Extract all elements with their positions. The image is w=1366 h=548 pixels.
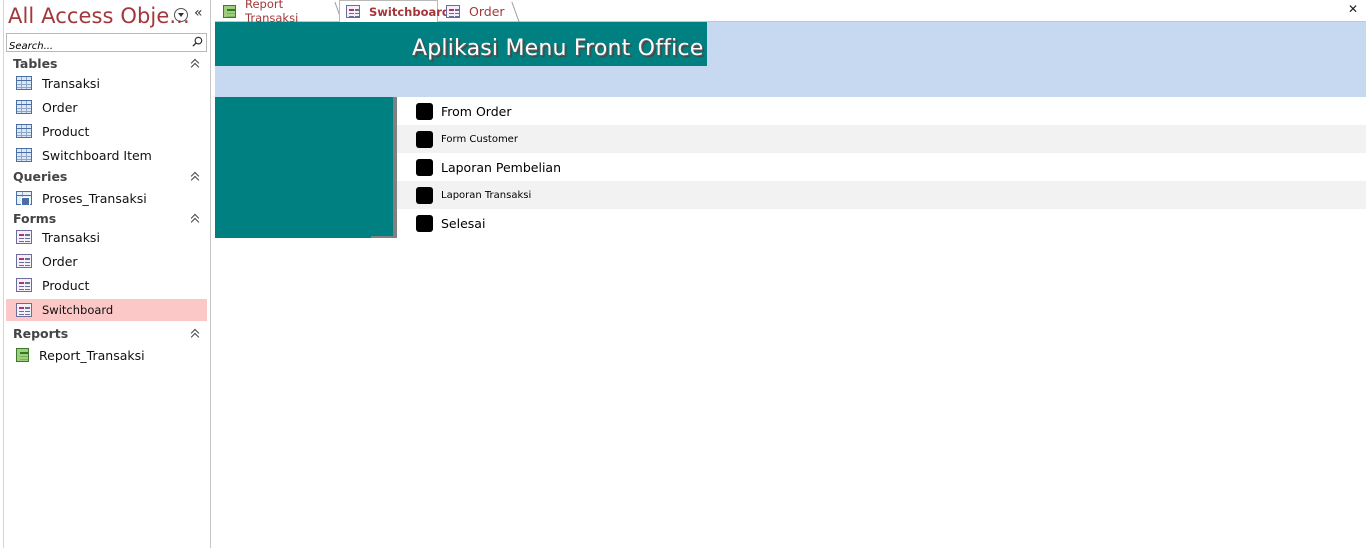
form-icon: [16, 278, 32, 292]
menu-item-label[interactable]: Laporan Pembelian: [441, 160, 561, 175]
switchboard-menu: From Order Form Customer Laporan Pembeli…: [397, 97, 1366, 237]
query-icon: [16, 191, 32, 206]
document-tab-bar: Report Transaksi Switchboard Order ✕: [215, 0, 1366, 25]
collapse-group-icon[interactable]: [191, 58, 201, 68]
table-icon: [16, 148, 32, 162]
menu-item-laporan-pembelian[interactable]: Laporan Pembelian: [397, 153, 1366, 181]
menu-item-button[interactable]: [416, 158, 433, 176]
nav-group-title: Forms: [13, 210, 57, 226]
collapse-group-icon[interactable]: [191, 171, 201, 181]
nav-pane-title[interactable]: All Access Obje...: [8, 4, 190, 28]
tab-report-transaksi[interactable]: Report Transaksi: [217, 0, 337, 25]
nav-item-label: Order: [42, 99, 78, 115]
menu-item-button[interactable]: [416, 102, 433, 120]
nav-item-table-switchboard-item[interactable]: Switchboard Item: [6, 143, 207, 167]
nav-item-label: Product: [42, 123, 90, 139]
nav-item-label: Transaksi: [42, 229, 100, 245]
nav-group-reports: Reports Report_Transaksi: [6, 323, 207, 367]
nav-item-form-order[interactable]: Order: [6, 249, 207, 273]
menu-item-button[interactable]: [416, 186, 433, 204]
table-icon: [16, 100, 32, 114]
nav-group-queries: Queries Proses_Transaksi: [6, 166, 207, 210]
form-icon: [16, 254, 32, 268]
report-icon: [16, 348, 29, 362]
nav-item-query-proses-transaksi[interactable]: Proses_Transaksi: [6, 186, 207, 210]
menu-item-label[interactable]: From Order: [441, 104, 511, 119]
menu-item-label[interactable]: Form Customer: [441, 134, 518, 145]
form-icon: [16, 230, 32, 244]
nav-search-box: [6, 33, 207, 55]
menu-item-label[interactable]: Laporan Transaksi: [441, 190, 531, 201]
nav-group-header-reports[interactable]: Reports: [6, 323, 207, 343]
nav-group-tables: Tables Transaksi Order Product Switchboa…: [6, 53, 207, 167]
nav-group-header-tables[interactable]: Tables: [6, 53, 207, 73]
table-icon: [16, 124, 32, 138]
nav-item-form-product[interactable]: Product: [6, 273, 207, 297]
menu-item-form-customer[interactable]: Form Customer: [397, 125, 1366, 153]
table-icon: [16, 76, 32, 90]
menu-item-laporan-transaksi[interactable]: Laporan Transaksi: [397, 181, 1366, 209]
nav-menu-dropdown-icon[interactable]: [174, 8, 188, 22]
nav-item-label: Transaksi: [42, 75, 100, 91]
nav-item-table-product[interactable]: Product: [6, 119, 207, 143]
nav-item-label: Switchboard Item: [42, 147, 152, 163]
collapse-group-icon[interactable]: [191, 213, 201, 223]
shutter-bar-collapse-icon[interactable]: «: [194, 5, 203, 21]
switchboard-form: Aplikasi Menu Front Office From Order Fo…: [215, 22, 1366, 548]
tab-label: Switchboard: [369, 4, 451, 19]
tab-switchboard[interactable]: Switchboard: [339, 0, 450, 23]
menu-item-button[interactable]: [416, 214, 433, 232]
nav-pane-header: All Access Obje... «: [8, 4, 206, 30]
form-icon: [346, 5, 360, 18]
nav-item-form-switchboard[interactable]: Switchboard: [6, 299, 207, 321]
nav-item-label: Product: [42, 277, 90, 293]
report-icon: [223, 4, 236, 18]
menu-item-selesai[interactable]: Selesai: [397, 209, 1366, 237]
close-document-icon[interactable]: ✕: [1348, 2, 1358, 16]
collapse-group-icon[interactable]: [191, 328, 201, 338]
menu-item-button[interactable]: [416, 130, 433, 148]
nav-item-table-order[interactable]: Order: [6, 95, 207, 119]
form-side-teal-block: [215, 97, 393, 238]
tab-label: Order: [469, 3, 505, 19]
menu-item-from-order[interactable]: From Order: [397, 97, 1366, 125]
navigation-pane: All Access Obje... « Tables Transaksi Or…: [0, 0, 211, 548]
nav-group-header-queries[interactable]: Queries: [6, 166, 207, 186]
form-side-divider-foot: [371, 236, 395, 238]
nav-item-label: Switchboard: [42, 303, 114, 317]
form-title: Aplikasi Menu Front Office: [412, 36, 704, 61]
nav-item-label: Proses_Transaksi: [42, 190, 147, 206]
tab-order[interactable]: Order: [440, 0, 514, 22]
nav-item-report-transaksi[interactable]: Report_Transaksi: [6, 343, 207, 367]
form-icon: [16, 303, 32, 317]
search-icon[interactable]: [192, 36, 203, 47]
form-icon: [446, 4, 460, 18]
nav-group-forms: Forms Transaksi Order Product Switchboar…: [6, 208, 207, 321]
nav-item-label: Report_Transaksi: [39, 347, 145, 363]
menu-item-label[interactable]: Selesai: [441, 216, 485, 231]
nav-group-title: Queries: [13, 168, 68, 184]
nav-group-title: Reports: [13, 325, 69, 341]
nav-item-label: Order: [42, 253, 78, 269]
nav-item-table-transaksi[interactable]: Transaksi: [6, 71, 207, 95]
nav-item-form-transaksi[interactable]: Transaksi: [6, 225, 207, 249]
nav-group-title: Tables: [13, 55, 58, 71]
